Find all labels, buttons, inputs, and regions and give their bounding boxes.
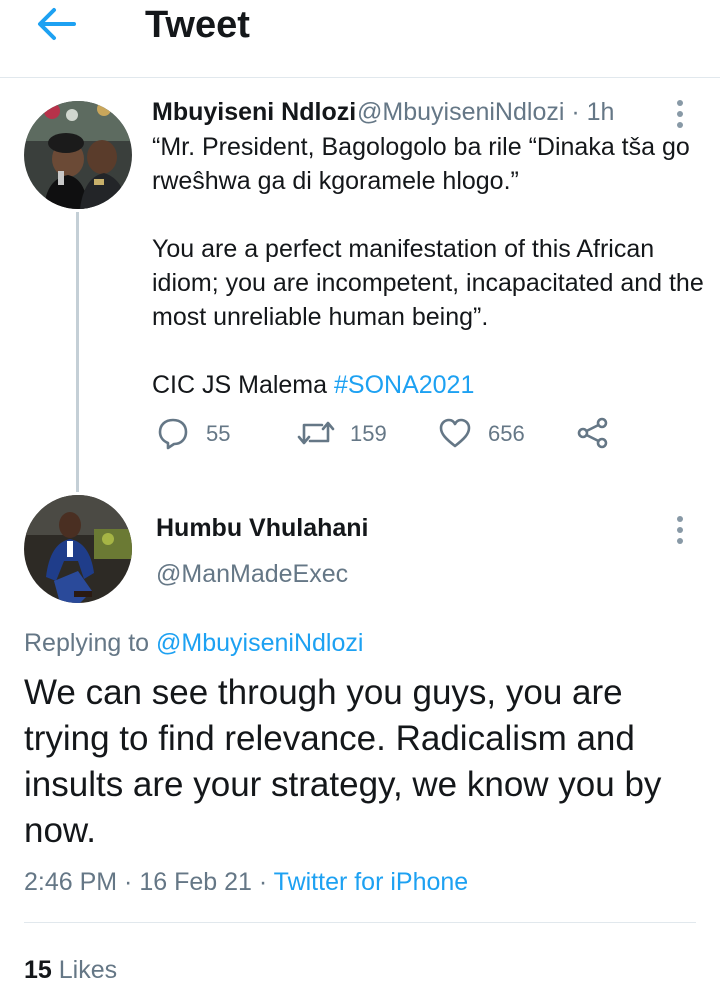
- tweet-paragraph: You are a perfect manifestation of this …: [152, 235, 704, 331]
- likes-label: Likes: [51, 956, 118, 984]
- author-name[interactable]: Mbuyiseni Ndlozi: [152, 96, 356, 128]
- like-count: 656: [488, 421, 525, 446]
- page-title: Tweet: [145, 4, 250, 46]
- reply-author-name[interactable]: Humbu Vhulahani: [156, 512, 369, 544]
- kebab-dot-icon: [677, 111, 683, 117]
- retweet-count: 159: [350, 421, 387, 446]
- reply-count: 55: [206, 421, 231, 446]
- back-button[interactable]: [34, 4, 78, 44]
- timestamp: 2:46 PM · 16 Feb 21 ·: [24, 868, 274, 896]
- kebab-dot-icon: [677, 100, 683, 106]
- tweet-actions: 55 159 656: [152, 414, 622, 454]
- reply-author-handle: @ManMadeExec: [156, 560, 349, 588]
- tweet-paragraph: CIC JS Malema #SONA2021: [152, 368, 707, 402]
- tweet-paragraph: “Mr. President, Bagologolo ba rile “Dina…: [152, 133, 690, 195]
- replying-to-label: Replying to: [24, 629, 157, 657]
- avatar[interactable]: [24, 495, 132, 603]
- tweet-text: “Mr. President, Bagologolo ba rile “Dina…: [152, 130, 707, 402]
- avatar[interactable]: [24, 101, 132, 209]
- source-link[interactable]: Twitter for iPhone: [274, 868, 469, 896]
- reply-button[interactable]: 55: [156, 414, 246, 454]
- kebab-dot-icon: [677, 122, 683, 128]
- retweet-button[interactable]: 159: [296, 414, 406, 454]
- heart-icon: [439, 418, 471, 448]
- reply-icon: [158, 418, 188, 450]
- author-handle-time: @MbuyiseniNdlozi · 1h: [357, 98, 615, 126]
- more-options-button[interactable]: [668, 512, 692, 548]
- tweet-paragraph-text: CIC JS Malema: [152, 371, 334, 399]
- mention-link[interactable]: @MbuyiseniNdlozi: [156, 629, 363, 657]
- more-options-button[interactable]: [668, 96, 692, 132]
- divider: [24, 922, 696, 923]
- hashtag-link[interactable]: #SONA2021: [334, 371, 474, 399]
- top-bar: Tweet: [0, 0, 720, 78]
- share-button[interactable]: [576, 414, 616, 454]
- likes-count: 15: [24, 956, 52, 984]
- tweet-meta: 2:46 PM · 16 Feb 21 · Twitter for iPhone: [24, 866, 468, 898]
- kebab-dot-icon: [677, 516, 683, 522]
- retweet-icon: [297, 421, 335, 445]
- arrow-left-icon: [38, 8, 76, 40]
- reply-text: We can see through you guys, you are try…: [24, 673, 662, 850]
- kebab-dot-icon: [677, 527, 683, 533]
- replying-to: Replying to @MbuyiseniNdlozi: [24, 627, 363, 659]
- thread-connector: [76, 212, 79, 492]
- kebab-dot-icon: [677, 538, 683, 544]
- profile-photo: [24, 101, 132, 209]
- likes-stat[interactable]: 15 Likes: [24, 954, 117, 986]
- profile-photo: [24, 495, 132, 603]
- like-button[interactable]: 656: [438, 414, 548, 454]
- share-icon: [577, 417, 608, 449]
